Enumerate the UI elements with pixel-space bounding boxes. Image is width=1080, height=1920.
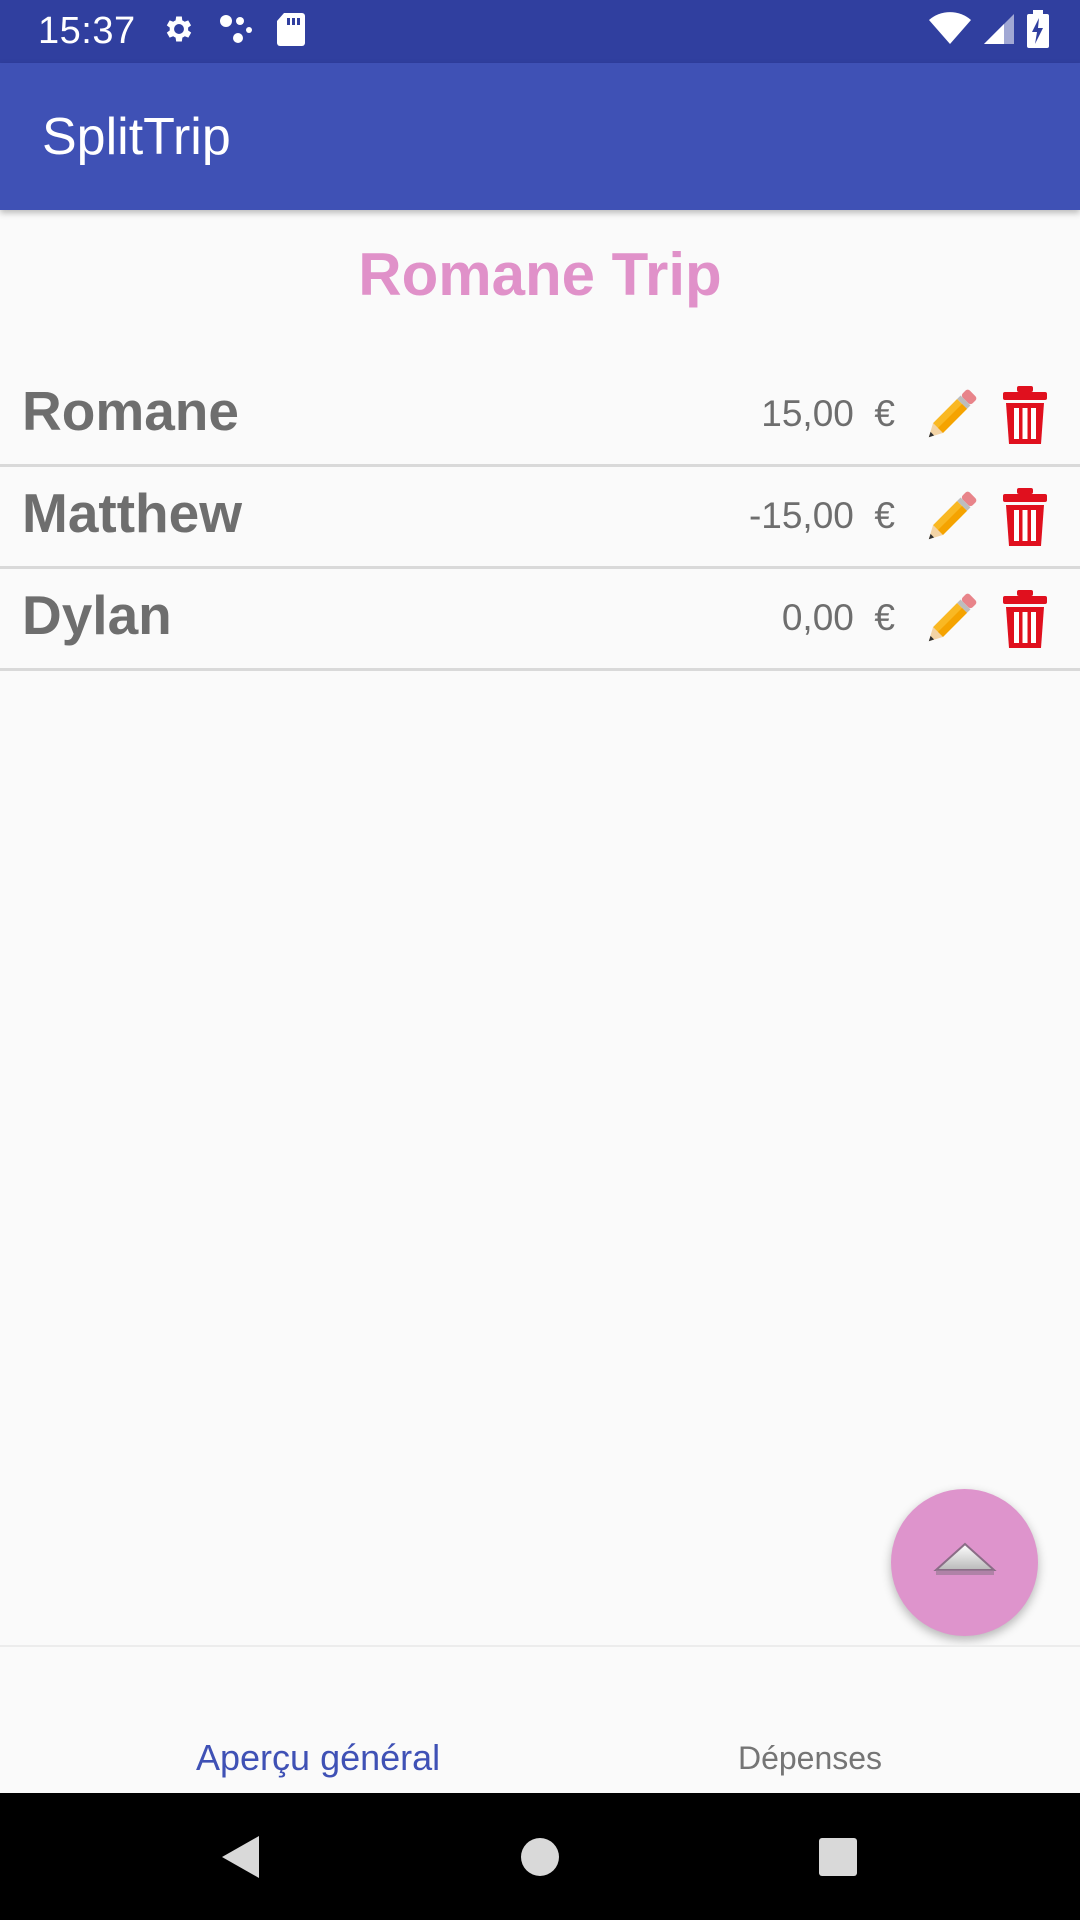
app-bar: SplitTrip [0, 63, 1080, 210]
trash-icon[interactable] [1002, 386, 1048, 446]
back-icon[interactable] [215, 1793, 265, 1920]
expand-fab-button[interactable] [891, 1489, 1038, 1636]
participant-balance: 0,00 € [781, 597, 895, 638]
status-icons-left [162, 12, 306, 51]
chevron-up-icon [930, 1538, 1000, 1587]
wifi-icon [928, 12, 972, 51]
recents-icon[interactable] [816, 1793, 860, 1920]
participant-name: Matthew [22, 482, 242, 544]
participant-balance: 15,00 € [761, 393, 895, 434]
battery-charging-icon [1026, 10, 1050, 53]
system-nav-bar [0, 1793, 1080, 1920]
tab-expenses[interactable]: Dépenses [540, 1740, 1080, 1777]
pencil-icon[interactable] [920, 386, 980, 446]
pencil-icon[interactable] [920, 488, 980, 548]
participant-row[interactable]: Romane 15,00 € [0, 365, 1080, 467]
assistant-dots-icon [218, 12, 254, 51]
bottom-tab-bar: Aperçu général Dépenses [0, 1645, 1080, 1793]
participant-row[interactable]: Dylan 0,00 € [0, 569, 1080, 671]
participant-list: Romane 15,00 € Matthew -15,00 € Dylan 0,… [0, 365, 1080, 671]
trash-icon[interactable] [1002, 488, 1048, 548]
pencil-icon[interactable] [920, 590, 980, 650]
app-title: SplitTrip [42, 108, 231, 166]
gear-icon [162, 12, 196, 51]
signal-icon [982, 12, 1016, 51]
sd-card-icon [276, 12, 306, 51]
participant-row[interactable]: Matthew -15,00 € [0, 467, 1080, 569]
trip-title: Romane Trip [358, 241, 722, 308]
status-bar: 15:37 [0, 0, 1080, 63]
status-time: 15:37 [38, 10, 136, 52]
tab-overview[interactable]: Aperçu général [48, 1737, 588, 1779]
status-icons-right [928, 0, 1050, 63]
home-icon[interactable] [518, 1793, 562, 1920]
trash-icon[interactable] [1002, 590, 1048, 650]
participant-name: Romane [22, 380, 239, 442]
participant-balance: -15,00 € [748, 495, 895, 536]
participant-name: Dylan [22, 584, 172, 646]
